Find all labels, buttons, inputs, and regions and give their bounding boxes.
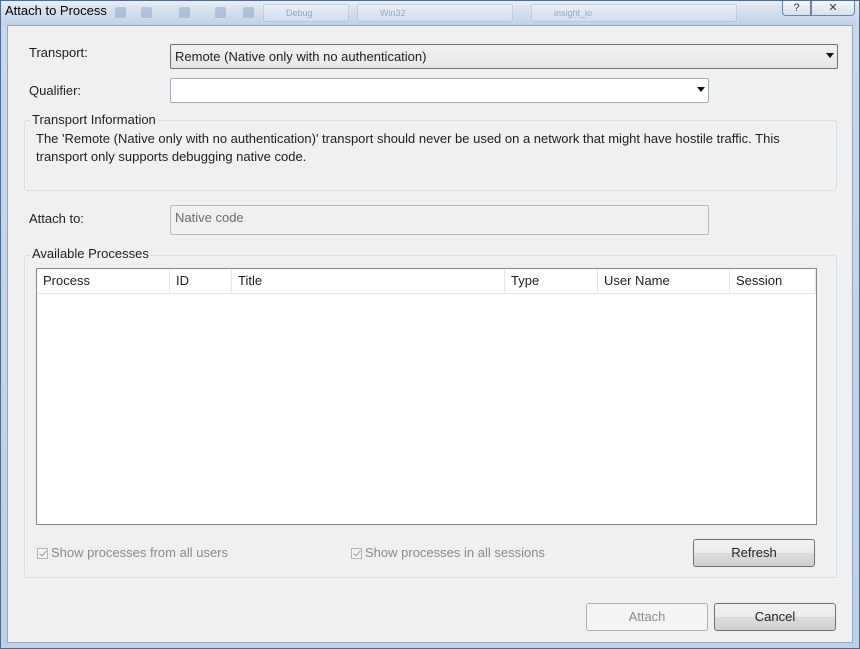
show-all-users-checkbox[interactable]: Show processes from all users [37, 545, 228, 561]
close-icon: ✕ [828, 2, 838, 14]
background-toolbar-icon [215, 7, 226, 18]
transport-dropdown[interactable]: Remote (Native only with no authenticati… [170, 44, 838, 69]
checkmark-icon [37, 547, 48, 559]
transport-information-title: Transport Information [30, 112, 158, 128]
background-toolbar-icon [243, 7, 254, 18]
checkmark-icon [351, 547, 362, 559]
attach-to-process-dialog: Debug Win32 insight_io Attach to Process… [0, 0, 860, 649]
chevron-down-icon [826, 53, 834, 58]
attach-to-field: Native code [170, 205, 709, 235]
process-list-header: Process ID Title Type User Name Session [37, 269, 816, 294]
available-processes-title: Available Processes [30, 246, 151, 262]
transport-label: Transport: [29, 45, 88, 60]
column-header-type[interactable]: Type [505, 269, 598, 292]
background-toolbar-icon [115, 7, 126, 18]
title-bar: Debug Win32 insight_io Attach to Process… [1, 1, 859, 25]
window-title: Attach to Process [5, 3, 107, 18]
show-all-sessions-label: Show processes in all sessions [365, 545, 545, 560]
column-header-process[interactable]: Process [37, 269, 170, 292]
chevron-down-icon [697, 87, 705, 92]
column-header-title[interactable]: Title [232, 269, 505, 292]
attach-button[interactable]: Attach [586, 603, 708, 631]
show-all-users-label: Show processes from all users [51, 545, 229, 560]
attach-to-label: Attach to: [29, 211, 84, 226]
close-button[interactable]: ✕ [811, 1, 855, 16]
column-header-session[interactable]: Session [730, 269, 816, 292]
column-header-id[interactable]: ID [170, 269, 232, 292]
transport-value: Remote (Native only with no authenticati… [175, 49, 427, 64]
background-config-combo: Debug [263, 4, 349, 22]
transport-information-line-1: The 'Remote (Native only with no authent… [36, 131, 780, 146]
qualifier-combobox[interactable] [170, 78, 709, 103]
process-list[interactable]: Process ID Title Type User Name Session [36, 268, 817, 525]
background-platform-combo: Win32 [357, 4, 513, 22]
qualifier-label: Qualifier: [29, 83, 82, 98]
refresh-button[interactable]: Refresh [693, 539, 815, 567]
attach-to-value: Native code [175, 210, 244, 225]
background-project-combo: insight_io [531, 4, 737, 22]
dialog-body: Transport: Remote (Native only with no a… [7, 25, 853, 643]
background-toolbar-icon [179, 7, 190, 18]
help-button[interactable]: ? [782, 1, 811, 16]
cancel-button[interactable]: Cancel [714, 603, 836, 631]
show-all-sessions-checkbox[interactable]: Show processes in all sessions [351, 545, 545, 561]
column-header-user-name[interactable]: User Name [598, 269, 730, 292]
background-toolbar-icon [141, 7, 152, 18]
help-icon: ? [793, 1, 800, 14]
transport-information-line-2: transport only supports debugging native… [36, 149, 307, 164]
